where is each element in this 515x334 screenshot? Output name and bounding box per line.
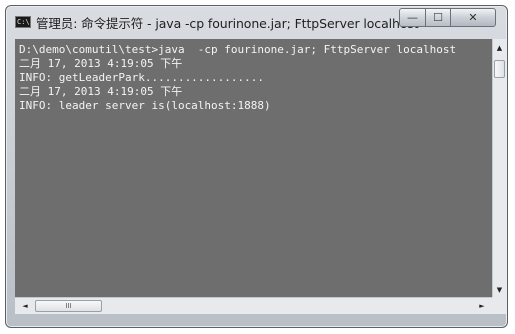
- console-line-timestamp: 二月 17, 2013 4:19:05 下午: [19, 57, 183, 70]
- maximize-button[interactable]: ☐: [425, 8, 451, 27]
- console-line-info: INFO: leader server is(localhost:1888): [19, 99, 271, 112]
- console-line-command: D:\demo\comutil\test>java -cp fourinone.…: [19, 43, 457, 56]
- scroll-right-arrow-icon[interactable]: ►: [476, 300, 488, 312]
- console-line-timestamp: 二月 17, 2013 4:19:05 下午: [19, 85, 183, 98]
- title-bar[interactable]: C:\ 管理员: 命令提示符 - java -cp fourinone.jar;…: [6, 6, 507, 38]
- minimize-button[interactable]: —: [399, 8, 426, 27]
- horizontal-scroll-thumb[interactable]: III: [35, 300, 102, 312]
- console-window: C:\ 管理员: 命令提示符 - java -cp fourinone.jar;…: [5, 5, 508, 328]
- horizontal-scrollbar[interactable]: ◄ III ►: [15, 297, 492, 314]
- console-line-info: INFO: getLeaderPark..................: [19, 71, 265, 84]
- command-prompt-icon[interactable]: C:\: [15, 16, 31, 28]
- window-title: 管理员: 命令提示符 - java -cp fourinone.jar; Ftt…: [36, 16, 419, 31]
- scroll-up-arrow-icon[interactable]: ▲: [493, 41, 506, 55]
- console-output[interactable]: D:\demo\comutil\test>java -cp fourinone.…: [15, 39, 492, 297]
- scroll-left-arrow-icon[interactable]: ◄: [19, 300, 31, 312]
- vertical-scrollbar[interactable]: ▲ ▼: [492, 39, 506, 297]
- vertical-scroll-thumb[interactable]: [494, 60, 505, 78]
- close-button[interactable]: ✕: [450, 8, 496, 27]
- scrollbar-corner: [492, 297, 506, 314]
- scroll-down-arrow-icon[interactable]: ▼: [493, 283, 506, 297]
